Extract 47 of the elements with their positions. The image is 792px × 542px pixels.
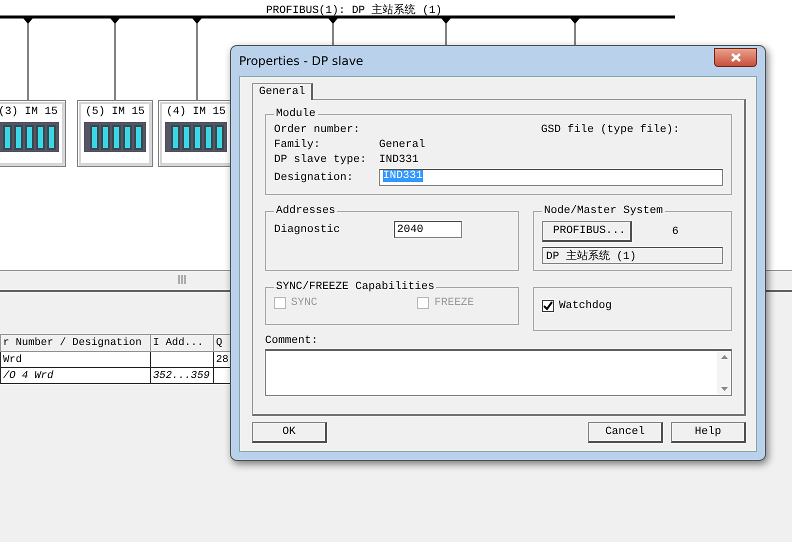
station-node[interactable]: (3) IM 15: [0, 100, 66, 167]
field-label: Order number:: [274, 124, 361, 136]
scroll-down-icon[interactable]: [720, 387, 728, 391]
dialog-button[interactable]: OK: [252, 422, 327, 443]
group-title: Addresses: [275, 205, 336, 217]
checkbox-label: Watchdog: [559, 300, 612, 312]
tab[interactable]: General: [252, 83, 314, 100]
rack-icon: [0, 122, 59, 152]
master-system-field: DP 主站系统 (1): [542, 247, 723, 264]
scroll-up-icon[interactable]: [720, 355, 728, 359]
node-address: 6: [672, 226, 679, 238]
table-cell: 352...359: [150, 368, 214, 384]
field-label: Diagnostic: [274, 224, 342, 236]
station-label: (5) IM 15: [85, 106, 145, 118]
field-label: Designation:: [274, 172, 354, 184]
field-label: GSD file (type file):: [540, 124, 681, 136]
field-label: Comment:: [265, 335, 319, 347]
scrollbar[interactable]: [717, 351, 731, 395]
column-header[interactable]: r Number / Designation: [0, 334, 150, 352]
table-cell: Wrd: [0, 352, 150, 368]
group-title: Node/Master System: [543, 205, 664, 217]
diagnostic-field[interactable]: 2040: [394, 221, 462, 238]
station-label: (4) IM 15: [166, 106, 226, 118]
rack-icon: [165, 122, 227, 152]
group-title: SYNC/FREEZE Capabilities: [275, 281, 436, 293]
field-value: IND331: [379, 154, 420, 166]
group-title: Module: [275, 108, 317, 120]
rack-icon: [84, 122, 146, 152]
field-value: General: [379, 139, 426, 151]
comment-field[interactable]: [265, 349, 732, 396]
checkbox[interactable]: [542, 300, 554, 312]
window-title: Properties - DP slave: [239, 54, 364, 68]
close-button[interactable]: [714, 48, 757, 66]
dialog-button[interactable]: Cancel: [588, 422, 663, 443]
checkbox-label: FREEZE: [434, 297, 474, 309]
column-header[interactable]: I Add...: [150, 334, 214, 352]
profibus-button[interactable]: PROFIBUS...: [542, 221, 632, 242]
close-icon: [730, 52, 740, 62]
station-label: (3) IM 15: [0, 106, 58, 118]
field-label: DP slave type:: [274, 154, 368, 166]
grip-icon: [178, 275, 186, 284]
dialog-button[interactable]: Help: [671, 422, 746, 443]
station-node[interactable]: (5) IM 15: [77, 100, 153, 167]
checkbox-label: SYNC: [291, 297, 318, 309]
bus-label: PROFIBUS(1): DP 主站系统 (1): [266, 2, 442, 17]
table-cell: /O 4 Wrd: [0, 368, 150, 384]
field-label: Family:: [274, 139, 322, 151]
